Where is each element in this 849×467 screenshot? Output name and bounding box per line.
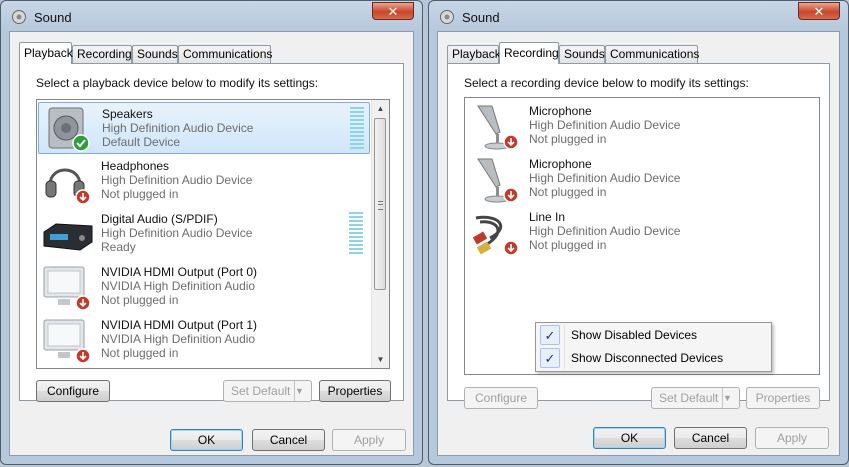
- microphone-icon: [477, 105, 519, 150]
- device-item[interactable]: NVIDIA HDMI Output (Port 1) NVIDIA High …: [38, 314, 370, 366]
- device-driver: High Definition Audio Device: [529, 118, 681, 132]
- device-status: Not plugged in: [529, 185, 607, 199]
- device-driver: High Definition Audio Device: [529, 224, 681, 238]
- dialog-body: Playback Recording Sounds Communications…: [437, 31, 840, 456]
- speaker-gear-icon: [12, 10, 26, 24]
- close-button[interactable]: ✕: [798, 2, 840, 20]
- properties-button[interactable]: Properties: [746, 387, 820, 409]
- properties-button[interactable]: Properties: [319, 380, 391, 402]
- tab-panel: Select a recording device below to modif…: [447, 63, 830, 409]
- microphone-icon: [477, 158, 519, 203]
- sound-dialog-playback: Sound ✕ Playback Recording Sounds Commun…: [0, 0, 423, 465]
- configure-button[interactable]: Configure: [464, 387, 538, 409]
- window-title: Sound: [462, 10, 500, 25]
- checkmark-icon: ✓: [540, 348, 560, 368]
- device-item[interactable]: Line In High Definition Audio Device Not…: [466, 206, 798, 258]
- tab-sounds[interactable]: Sounds: [132, 45, 178, 63]
- vertical-scrollbar[interactable]: ▲ ▼: [371, 100, 389, 368]
- tab-playback[interactable]: Playback: [19, 42, 73, 64]
- device-name: Microphone: [529, 157, 592, 171]
- speaker-gear-icon: [440, 10, 454, 24]
- device-name: NVIDIA HDMI Output (Port 0): [101, 265, 258, 279]
- title-bar[interactable]: Sound ✕: [1, 1, 422, 31]
- apply-button[interactable]: Apply: [755, 427, 829, 449]
- tab-communications[interactable]: Communications: [178, 45, 272, 63]
- cancel-button[interactable]: Cancel: [674, 427, 747, 449]
- set-default-label: Set Default: [231, 384, 291, 398]
- monitor-icon: [43, 266, 91, 311]
- device-name: Digital Audio (S/PDIF): [101, 212, 218, 226]
- headphones-icon: [45, 168, 91, 205]
- device-driver: High Definition Audio Device: [101, 226, 253, 240]
- set-default-button[interactable]: Set Default ▼: [223, 380, 312, 402]
- scroll-up-arrow-icon[interactable]: ▲: [372, 100, 389, 117]
- ok-button[interactable]: OK: [170, 429, 243, 451]
- set-default-button[interactable]: Set Default ▼: [651, 387, 740, 409]
- tab-playback[interactable]: Playback: [447, 45, 501, 63]
- device-item[interactable]: NVIDIA HDMI Output (Port 0) NVIDIA High …: [38, 261, 370, 313]
- chevron-down-icon[interactable]: ▼: [294, 381, 312, 401]
- tab-panel: Select a playback device below to modify…: [19, 63, 404, 402]
- device-status: Not plugged in: [529, 132, 607, 146]
- tab-communications[interactable]: Communications: [605, 45, 699, 63]
- context-menu: ✓ Show Disabled Devices ✓ Show Disconnec…: [535, 322, 772, 372]
- instruction-text: Select a playback device below to modify…: [36, 76, 319, 90]
- menu-item-label: Show Disconnected Devices: [571, 351, 724, 365]
- device-driver: High Definition Audio Device: [529, 171, 681, 185]
- monitor-icon: [43, 319, 91, 364]
- menu-item-show-disabled[interactable]: ✓ Show Disabled Devices: [538, 324, 769, 346]
- speaker-icon: [48, 107, 90, 152]
- close-button[interactable]: ✕: [372, 2, 414, 20]
- chevron-down-icon[interactable]: ▼: [722, 388, 740, 408]
- cancel-button[interactable]: Cancel: [252, 429, 325, 451]
- device-name: Headphones: [101, 159, 170, 173]
- level-meter: [349, 212, 363, 254]
- ok-button[interactable]: OK: [593, 427, 666, 449]
- device-item[interactable]: Microphone High Definition Audio Device …: [466, 153, 798, 205]
- device-name: Speakers: [102, 107, 153, 121]
- device-status: Not plugged in: [101, 346, 179, 360]
- device-item[interactable]: Headphones High Definition Audio Device …: [38, 155, 370, 207]
- device-status: Not plugged in: [101, 293, 179, 307]
- grip-icon: [378, 201, 383, 210]
- device-status: Not plugged in: [529, 238, 607, 252]
- device-driver: High Definition Audio Device: [101, 173, 253, 187]
- device-driver: High Definition Audio Device: [102, 121, 254, 135]
- checkmark-icon: ✓: [540, 325, 560, 345]
- device-name: Microphone: [529, 104, 592, 118]
- sound-dialog-recording: Sound ✕ Playback Recording Sounds Commun…: [428, 0, 849, 465]
- device-list[interactable]: Speakers High Definition Audio Device De…: [36, 99, 390, 369]
- rca-cable-icon: [472, 215, 519, 256]
- scroll-thumb[interactable]: [374, 118, 386, 290]
- title-bar[interactable]: Sound ✕: [429, 1, 848, 31]
- digital-receiver-icon: [43, 223, 93, 251]
- tab-sounds[interactable]: Sounds: [559, 45, 605, 63]
- window-title: Sound: [34, 10, 72, 25]
- device-driver: NVIDIA High Definition Audio: [101, 279, 256, 293]
- menu-item-show-disconnected[interactable]: ✓ Show Disconnected Devices: [538, 347, 769, 369]
- menu-item-label: Show Disabled Devices: [571, 328, 698, 342]
- scroll-down-arrow-icon[interactable]: ▼: [372, 351, 389, 368]
- apply-button[interactable]: Apply: [332, 429, 406, 451]
- tab-recording[interactable]: Recording: [72, 45, 132, 63]
- device-driver: NVIDIA High Definition Audio: [101, 332, 256, 346]
- device-item[interactable]: Digital Audio (S/PDIF) High Definition A…: [38, 208, 370, 260]
- dialog-body: Playback Recording Sounds Communications…: [9, 31, 414, 456]
- device-name: Line In: [529, 210, 566, 224]
- instruction-text: Select a recording device below to modif…: [464, 76, 749, 90]
- device-status: Ready: [101, 240, 136, 254]
- device-status: Default Device: [102, 135, 181, 149]
- level-meter: [350, 107, 364, 149]
- configure-button[interactable]: Configure: [36, 380, 110, 402]
- device-item[interactable]: Microphone High Definition Audio Device …: [466, 100, 798, 152]
- device-status: Not plugged in: [101, 187, 179, 201]
- device-name: NVIDIA HDMI Output (Port 1): [101, 318, 258, 332]
- tab-recording[interactable]: Recording: [499, 42, 559, 64]
- set-default-label: Set Default: [659, 391, 719, 405]
- device-item[interactable]: Speakers High Definition Audio Device De…: [38, 102, 370, 154]
